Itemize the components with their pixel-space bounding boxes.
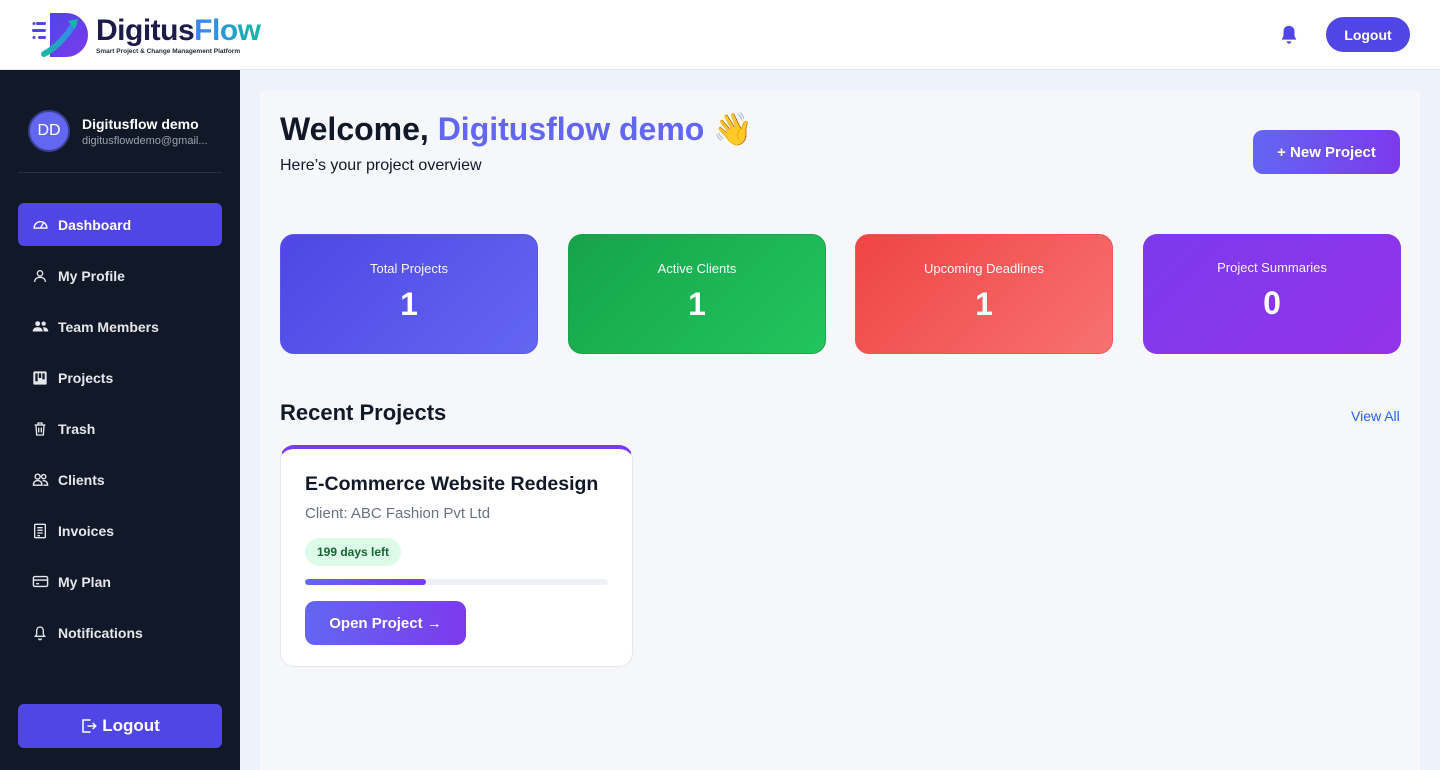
wave-emoji: 👋: [713, 111, 754, 147]
project-progress-fill: [305, 579, 427, 585]
stat-card-total-projects[interactable]: Total Projects 1: [280, 234, 538, 354]
trash-icon: [31, 420, 49, 438]
sidebar-item-label: Projects: [58, 369, 114, 386]
user-profile[interactable]: DD Digitusflow demo digitusflowdemo@gmai…: [28, 110, 212, 152]
project-card: E-Commerce Website Redesign Client: ABC …: [280, 445, 633, 667]
sidebar-item-team-members[interactable]: Team Members: [18, 305, 222, 348]
user-name: Digitusflow demo: [82, 115, 199, 132]
sidebar-item-label: My Profile: [58, 267, 125, 284]
stat-card-upcoming-deadlines[interactable]: Upcoming Deadlines 1: [855, 234, 1113, 354]
stat-label: Project Summaries: [1217, 260, 1327, 275]
sidebar-item-projects[interactable]: Projects: [18, 356, 222, 399]
invoice-icon: [31, 522, 49, 540]
stat-value: 1: [688, 286, 706, 322]
kanban-icon: [31, 369, 49, 387]
stat-value: 0: [1263, 285, 1281, 321]
sidebar-item-clients[interactable]: Clients: [18, 458, 222, 501]
people-icon: [31, 471, 49, 489]
sidebar-item-notifications[interactable]: Notifications: [18, 611, 222, 654]
sidebar-item-label: Clients: [58, 471, 105, 488]
view-all-link[interactable]: View All: [1351, 408, 1400, 424]
user-email: digitusflowdemo@gmail...: [82, 134, 208, 147]
stat-card-project-summaries[interactable]: Project Summaries 0: [1143, 234, 1401, 354]
brand-logo[interactable]: DigitusFlow Smart Project & Change Manag…: [30, 10, 261, 60]
welcome-user-name: Digitusflow demo: [437, 111, 705, 147]
project-progress-bar: [305, 579, 608, 585]
logout-icon: [80, 717, 98, 735]
project-client: Client: ABC Fashion Pvt Ltd: [305, 505, 491, 522]
main-content: Welcome, Digitusflow demo 👋 Here’s your …: [260, 90, 1420, 770]
project-name: E-Commerce Website Redesign: [305, 473, 599, 495]
stat-value: 1: [400, 286, 418, 322]
stat-label: Active Clients: [657, 261, 737, 276]
sidebar-item-my-profile[interactable]: My Profile: [18, 254, 222, 297]
stat-label: Upcoming Deadlines: [924, 261, 1044, 276]
bell-icon[interactable]: [1278, 24, 1300, 46]
sidebar-item-invoices[interactable]: Invoices: [18, 509, 222, 552]
bell-icon: [31, 624, 49, 642]
gauge-icon: [31, 216, 49, 234]
brand-name: DigitusFlow: [96, 13, 261, 47]
page-title: Welcome, Digitusflow demo 👋: [280, 111, 754, 147]
sidebar-nav: Dashboard My Profile Team Members Projec…: [18, 203, 222, 662]
brand-tagline: Smart Project & Change Management Platfo…: [96, 47, 241, 55]
header-logout-button[interactable]: Logout: [1326, 17, 1410, 52]
sidebar-divider: [18, 172, 222, 173]
recent-projects-heading: Recent Projects: [280, 400, 447, 425]
sidebar-item-trash[interactable]: Trash: [18, 407, 222, 450]
open-project-button[interactable]: Open Project →: [305, 601, 466, 645]
avatar: DD: [28, 110, 70, 152]
status-badge: 199 days left: [305, 538, 402, 566]
new-project-button[interactable]: + New Project: [1253, 130, 1400, 174]
user-icon: [31, 267, 49, 285]
sidebar-item-my-plan[interactable]: My Plan: [18, 560, 222, 603]
sidebar: DD Digitusflow demo digitusflowdemo@gmai…: [0, 70, 240, 770]
stat-card-active-clients[interactable]: Active Clients 1: [568, 234, 826, 354]
sidebar-item-label: Team Members: [58, 318, 159, 335]
sidebar-item-label: Invoices: [58, 522, 115, 539]
sidebar-item-label: Dashboard: [58, 216, 132, 233]
stat-label: Total Projects: [369, 261, 449, 276]
top-bar: DigitusFlow Smart Project & Change Manag…: [0, 0, 1440, 70]
users-icon: [31, 318, 49, 336]
stat-value: 1: [975, 286, 993, 322]
sidebar-item-label: Notifications: [58, 624, 143, 641]
sidebar-logout-button[interactable]: Logout: [18, 704, 222, 748]
logo-mark-icon: [32, 13, 88, 57]
page-subtitle: Here’s your project overview: [280, 157, 482, 174]
sidebar-item-dashboard[interactable]: Dashboard: [18, 203, 222, 246]
sidebar-item-label: My Plan: [58, 573, 111, 590]
sidebar-logout-label: Logout: [102, 716, 160, 735]
sidebar-item-label: Trash: [58, 420, 96, 437]
credit-card-icon: [31, 573, 49, 591]
